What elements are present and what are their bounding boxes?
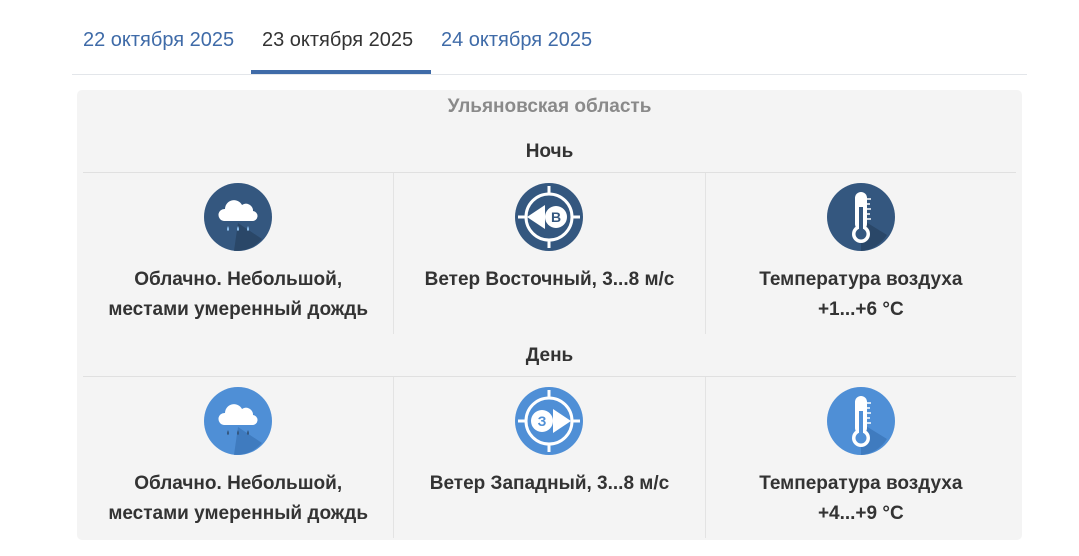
cloud-rain-icon <box>204 387 273 455</box>
temperature-description: Температура воздуха +4...+9 °C <box>759 473 963 524</box>
region-title: Ульяновская область <box>447 96 652 117</box>
temperature-description: Температура воздуха +1...+6 °C <box>759 269 963 320</box>
tab-date-24-october[interactable]: 24 октября 2025 <box>441 28 592 52</box>
weather-cell: Облачно. Небольшой, местами умеренный до… <box>83 377 395 538</box>
wind-description: Ветер Восточный, 3...8 м/с <box>424 269 675 290</box>
svg-text:З: З <box>538 413 547 429</box>
temperature-cell: Температура воздуха +1...+6 °C <box>706 173 1016 334</box>
thermometer-icon <box>826 387 895 455</box>
tab-date-23-october[interactable]: 23 октября 2025 <box>262 28 413 52</box>
date-tabs: 22 октября 2025 23 октября 2025 24 октяб… <box>72 0 1027 75</box>
wind-cell: В Ветер Восточный, 3...8 м/с <box>394 173 706 334</box>
period-title-night: Ночь <box>525 141 574 162</box>
tab-date-22-october[interactable]: 22 октября 2025 <box>83 28 234 52</box>
weather-cell: Облачно. Небольшой, местами умеренный до… <box>83 173 395 334</box>
period-title-day: День <box>525 345 574 366</box>
svg-text:В: В <box>551 209 561 225</box>
wind-description: Ветер Западный, 3...8 м/с <box>429 473 670 494</box>
wind-cell: З Ветер Западный, 3...8 м/с <box>394 377 706 538</box>
weather-description: Облачно. Небольшой, местами умеренный до… <box>108 473 369 524</box>
thermometer-icon <box>826 183 895 251</box>
cloud-rain-icon <box>204 183 273 251</box>
forecast-panel: Ульяновская область Ночь Облачно. Неболь… <box>77 90 1022 540</box>
compass-west-icon: З <box>515 387 584 455</box>
active-tab-indicator <box>251 70 431 74</box>
forecast-row-day: Облачно. Небольшой, местами умеренный до… <box>83 376 1016 538</box>
temperature-cell: Температура воздуха +4...+9 °C <box>706 377 1016 538</box>
weather-description: Облачно. Небольшой, местами умеренный до… <box>108 269 369 320</box>
compass-east-icon: В <box>515 183 584 251</box>
forecast-row-night: Облачно. Небольшой, местами умеренный до… <box>83 172 1016 334</box>
